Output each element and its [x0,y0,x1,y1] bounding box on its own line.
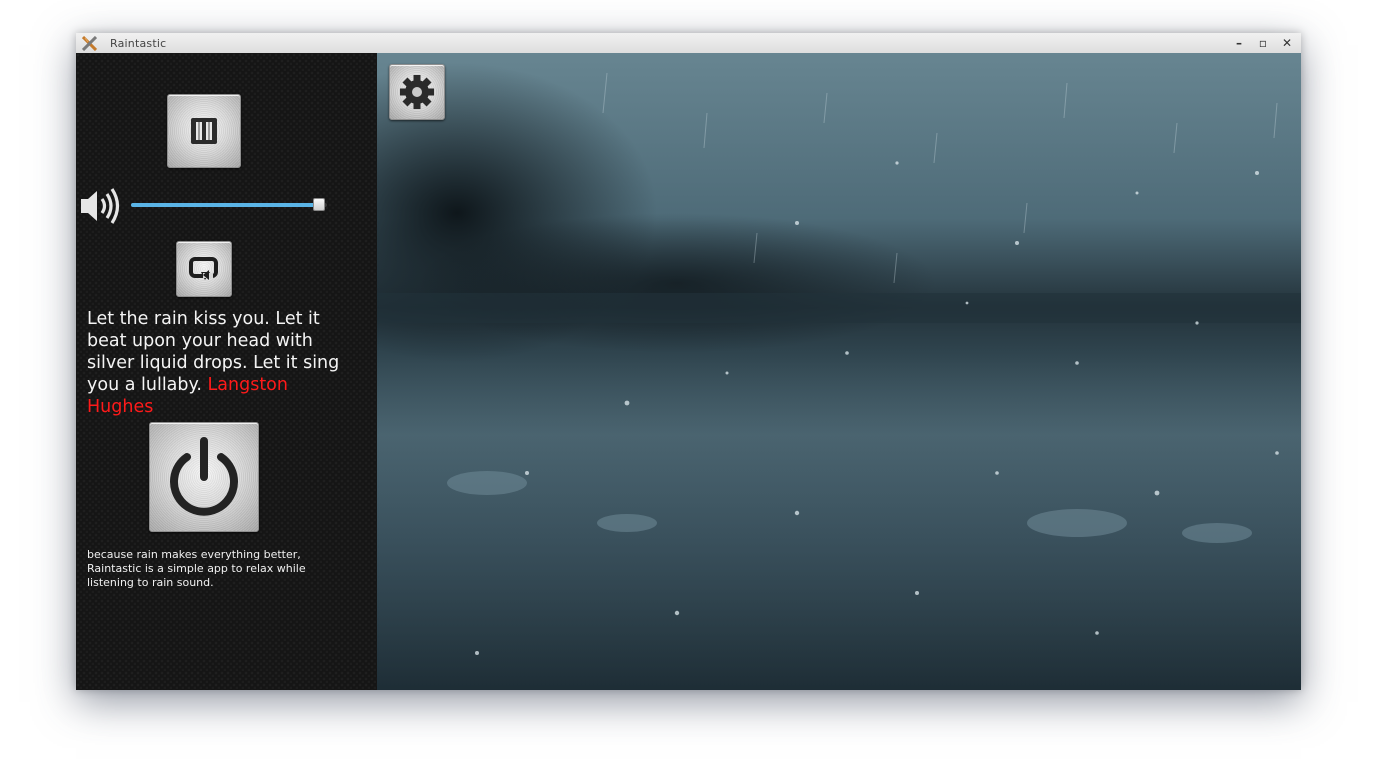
power-button[interactable] [149,422,259,532]
pause-icon [191,118,217,144]
control-sidebar: Let the rain kiss you. Let it beat upon … [76,53,377,690]
volume-slider-thumb[interactable] [313,198,326,211]
window-title: Raintastic [110,37,167,50]
title-bar[interactable]: Raintastic – ▫ ✕ [76,33,1301,54]
pause-button[interactable] [167,94,241,168]
rain-photo [377,63,1301,690]
app-icon [82,36,97,51]
power-icon [170,437,238,516]
volume-slider-fill [131,203,320,207]
maximize-button[interactable]: ▫ [1255,35,1271,51]
app-window: Raintastic – ▫ ✕ Let the rain kiss you. … [76,33,1301,690]
rain-background-image [377,53,1301,690]
volume-slider[interactable] [131,198,327,211]
close-button[interactable]: ✕ [1279,35,1295,51]
rain-quote: Let the rain kiss you. Let it beat upon … [87,308,347,418]
app-description: because rain makes everything better, Ra… [87,548,306,589]
settings-button[interactable] [389,64,445,120]
repeat-button[interactable] [176,241,232,297]
minimize-button[interactable]: – [1231,35,1247,51]
repeat-icon [189,257,218,280]
gear-icon [400,75,434,109]
speaker-volume-icon[interactable] [80,186,122,226]
